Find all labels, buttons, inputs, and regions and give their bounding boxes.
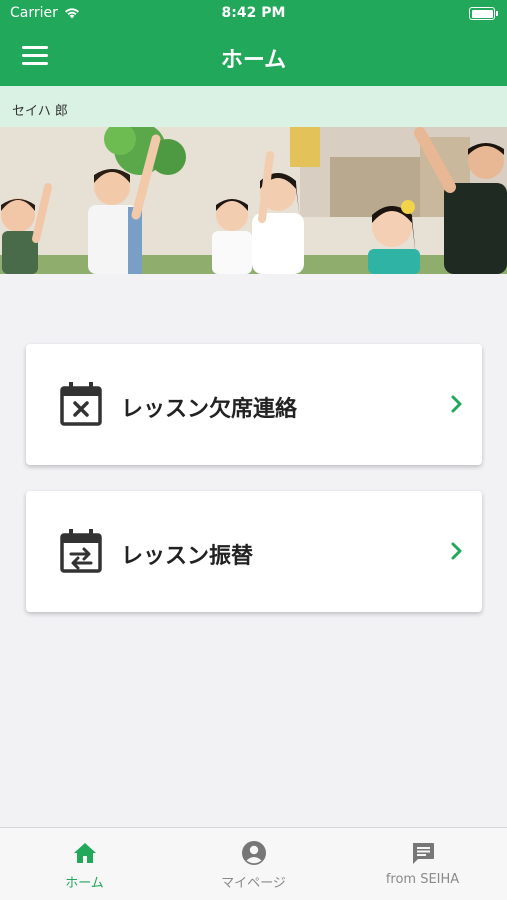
clock: 8:42 PM [221,5,286,21]
tab-from-seiha-label: from SEIHA [385,872,460,887]
lesson-transfer-label: レッスン振替 [121,544,254,569]
chevron-right-icon [451,542,462,560]
tab-from-seiha[interactable]: from SEIHA [338,828,507,900]
bottom-tab-bar: ホーム マイページ from SEIHA [0,827,507,900]
calendar-swap-icon [60,529,102,573]
hero-photo [0,127,507,274]
tab-home[interactable]: ホーム [0,828,169,900]
tab-home-label: ホーム [65,876,104,891]
app-header: ホーム [0,28,507,86]
absence-notice-label: レッスン欠席連絡 [121,397,298,422]
calendar-x-icon [60,382,102,426]
absence-notice-card[interactable]: レッスン欠席連絡 [26,344,482,465]
lesson-transfer-card[interactable]: レッスン振替 [26,491,482,612]
chevron-right-icon [451,395,462,413]
tab-mypage[interactable]: マイページ [169,828,338,900]
user-name: セイハ 郎 [12,104,68,119]
battery-icon [469,7,498,20]
status-bar: Carrier 8:42 PM [0,0,507,28]
tab-mypage-label: マイページ [221,876,286,891]
user-name-strip: セイハ 郎 [0,86,507,127]
children-raising-hands-photo [0,127,507,274]
message-icon [412,843,434,864]
page-title: ホーム [220,48,287,73]
home-icon [73,843,96,863]
account-circle-icon [241,841,266,865]
